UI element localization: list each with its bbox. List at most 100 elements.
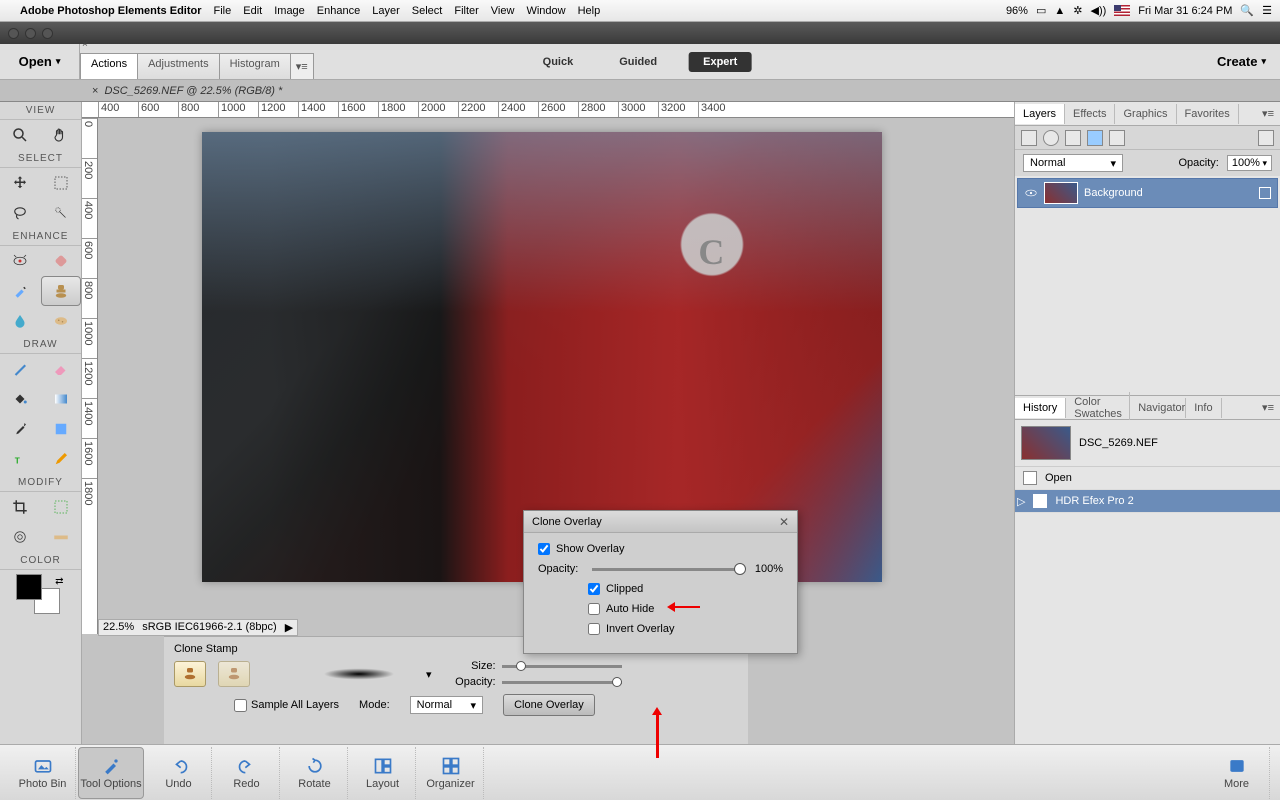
clipped-checkbox[interactable] bbox=[588, 583, 600, 595]
menu-edit[interactable]: Edit bbox=[243, 5, 262, 17]
blur-tool[interactable] bbox=[0, 306, 41, 336]
close-icon[interactable]: ✕ bbox=[779, 515, 789, 529]
close-window-icon[interactable] bbox=[8, 28, 19, 39]
flag-icon[interactable] bbox=[1114, 5, 1130, 16]
menu-help[interactable]: Help bbox=[578, 5, 601, 17]
clone-stamp-icon[interactable] bbox=[174, 661, 206, 687]
fill-tool[interactable] bbox=[0, 384, 41, 414]
more-button[interactable]: More bbox=[1204, 747, 1270, 799]
tab-swatches[interactable]: Color Swatches bbox=[1066, 392, 1130, 424]
minimize-window-icon[interactable] bbox=[25, 28, 36, 39]
menu-window[interactable]: Window bbox=[526, 5, 565, 17]
sponge-tool[interactable] bbox=[41, 306, 82, 336]
lock-layer-icon[interactable] bbox=[1087, 130, 1103, 146]
shape-tool[interactable] bbox=[41, 414, 82, 444]
tab-info[interactable]: Info bbox=[1186, 398, 1221, 418]
layer-blend-select[interactable]: Normal bbox=[1023, 154, 1123, 172]
menu-filter[interactable]: Filter bbox=[454, 5, 478, 17]
document-tab[interactable]: × DSC_5269.NEF @ 22.5% (RGB/8) * bbox=[0, 80, 1280, 102]
layout-button[interactable]: Layout bbox=[350, 747, 416, 799]
clone-stamp-tool[interactable] bbox=[41, 276, 82, 306]
tab-navigator[interactable]: Navigator bbox=[1130, 398, 1186, 418]
photo-bin-button[interactable]: Photo Bin bbox=[10, 747, 76, 799]
opacity-slider[interactable] bbox=[502, 681, 622, 684]
hand-tool[interactable] bbox=[41, 120, 82, 150]
menu-enhance[interactable]: Enhance bbox=[317, 5, 360, 17]
adjustment-layer-icon[interactable] bbox=[1043, 130, 1059, 146]
eyedropper-tool[interactable] bbox=[0, 414, 41, 444]
tab-effects[interactable]: Effects bbox=[1065, 104, 1115, 124]
status-arrow-icon[interactable]: ▶ bbox=[285, 621, 293, 634]
create-button[interactable]: Create bbox=[1203, 54, 1280, 69]
tab-close-icon[interactable]: × bbox=[82, 39, 88, 50]
brush-preview[interactable] bbox=[304, 664, 414, 684]
marquee-tool[interactable] bbox=[41, 168, 82, 198]
cookie-cutter-tool[interactable] bbox=[0, 522, 41, 552]
rotate-button[interactable]: Rotate bbox=[282, 747, 348, 799]
datetime[interactable]: Fri Mar 31 6:24 PM bbox=[1138, 5, 1232, 17]
smart-brush-tool[interactable] bbox=[0, 276, 41, 306]
zoom-window-icon[interactable] bbox=[42, 28, 53, 39]
auto-hide-checkbox[interactable] bbox=[588, 603, 600, 615]
new-layer-icon[interactable] bbox=[1021, 130, 1037, 146]
dialog-titlebar[interactable]: Clone Overlay ✕ bbox=[524, 511, 797, 533]
color-swatches[interactable]: ⇄ bbox=[16, 574, 66, 614]
tab-histogram[interactable]: Histogram bbox=[219, 53, 291, 79]
tab-layers[interactable]: Layers bbox=[1015, 104, 1065, 124]
panel-menu-icon[interactable]: ▾≡ bbox=[1256, 401, 1280, 414]
foreground-color[interactable] bbox=[16, 574, 42, 600]
lock-icon[interactable] bbox=[1259, 187, 1271, 199]
app-name[interactable]: Adobe Photoshop Elements Editor bbox=[20, 5, 202, 17]
spotlight-icon[interactable]: 🔍 bbox=[1240, 4, 1254, 17]
menu-view[interactable]: View bbox=[491, 5, 515, 17]
show-overlay-checkbox[interactable] bbox=[538, 543, 550, 555]
undo-button[interactable]: Undo bbox=[146, 747, 212, 799]
sample-all-checkbox[interactable]: Sample All Layers bbox=[234, 699, 339, 712]
tab-menu-icon[interactable]: ▾≡ bbox=[290, 53, 314, 79]
redeye-tool[interactable] bbox=[0, 246, 41, 276]
layer-row[interactable]: Background bbox=[1017, 178, 1278, 208]
volume-icon[interactable]: ◀)) bbox=[1090, 4, 1106, 17]
clone-overlay-button[interactable]: Clone Overlay bbox=[503, 694, 595, 716]
zoom-level[interactable]: 22.5% bbox=[103, 621, 134, 634]
brush-dropdown-icon[interactable]: ▾ bbox=[426, 668, 432, 681]
delete-layer-icon[interactable] bbox=[1258, 130, 1274, 146]
layer-thumbnail[interactable] bbox=[1044, 182, 1078, 204]
overlay-opacity-slider[interactable] bbox=[592, 568, 741, 571]
visibility-icon[interactable] bbox=[1024, 186, 1038, 200]
gradient-tool[interactable] bbox=[41, 384, 82, 414]
doc-close-icon[interactable]: × bbox=[92, 85, 98, 97]
mode-guided[interactable]: Guided bbox=[605, 52, 671, 72]
crop-tool[interactable] bbox=[0, 492, 41, 522]
organizer-button[interactable]: Organizer bbox=[418, 747, 484, 799]
menu-layer[interactable]: Layer bbox=[372, 5, 400, 17]
tab-graphics[interactable]: Graphics bbox=[1115, 104, 1176, 124]
menu-image[interactable]: Image bbox=[274, 5, 305, 17]
type-tool[interactable]: T bbox=[0, 444, 41, 474]
quick-select-tool[interactable] bbox=[41, 198, 82, 228]
history-snapshot[interactable]: DSC_5269.NEF bbox=[1015, 420, 1280, 467]
mode-quick[interactable]: Quick bbox=[529, 52, 588, 72]
swap-colors-icon[interactable]: ⇄ bbox=[55, 576, 63, 587]
lasso-tool[interactable] bbox=[0, 198, 41, 228]
recompose-tool[interactable] bbox=[41, 492, 82, 522]
size-slider[interactable] bbox=[502, 665, 622, 668]
pattern-stamp-icon[interactable] bbox=[218, 661, 250, 687]
mode-expert[interactable]: Expert bbox=[689, 52, 751, 72]
panel-menu-icon[interactable]: ▾≡ bbox=[1256, 107, 1280, 120]
open-button[interactable]: Open bbox=[0, 44, 80, 80]
link-layers-icon[interactable] bbox=[1109, 130, 1125, 146]
bluetooth-icon[interactable]: ✲ bbox=[1073, 4, 1082, 17]
history-item[interactable]: Open bbox=[1015, 467, 1280, 490]
pencil-tool[interactable] bbox=[41, 444, 82, 474]
tab-history[interactable]: History bbox=[1015, 398, 1066, 418]
invert-overlay-checkbox[interactable] bbox=[588, 623, 600, 635]
eraser-tool[interactable] bbox=[41, 354, 82, 384]
eject-icon[interactable]: ▲ bbox=[1054, 5, 1065, 17]
zoom-tool[interactable] bbox=[0, 120, 41, 150]
layer-opacity-value[interactable]: 100% bbox=[1227, 155, 1272, 171]
spot-heal-tool[interactable] bbox=[41, 246, 82, 276]
history-item[interactable]: ▷ HDR Efex Pro 2 bbox=[1015, 490, 1280, 513]
straighten-tool[interactable] bbox=[41, 522, 82, 552]
menu-extras-icon[interactable]: ☰ bbox=[1262, 4, 1272, 17]
